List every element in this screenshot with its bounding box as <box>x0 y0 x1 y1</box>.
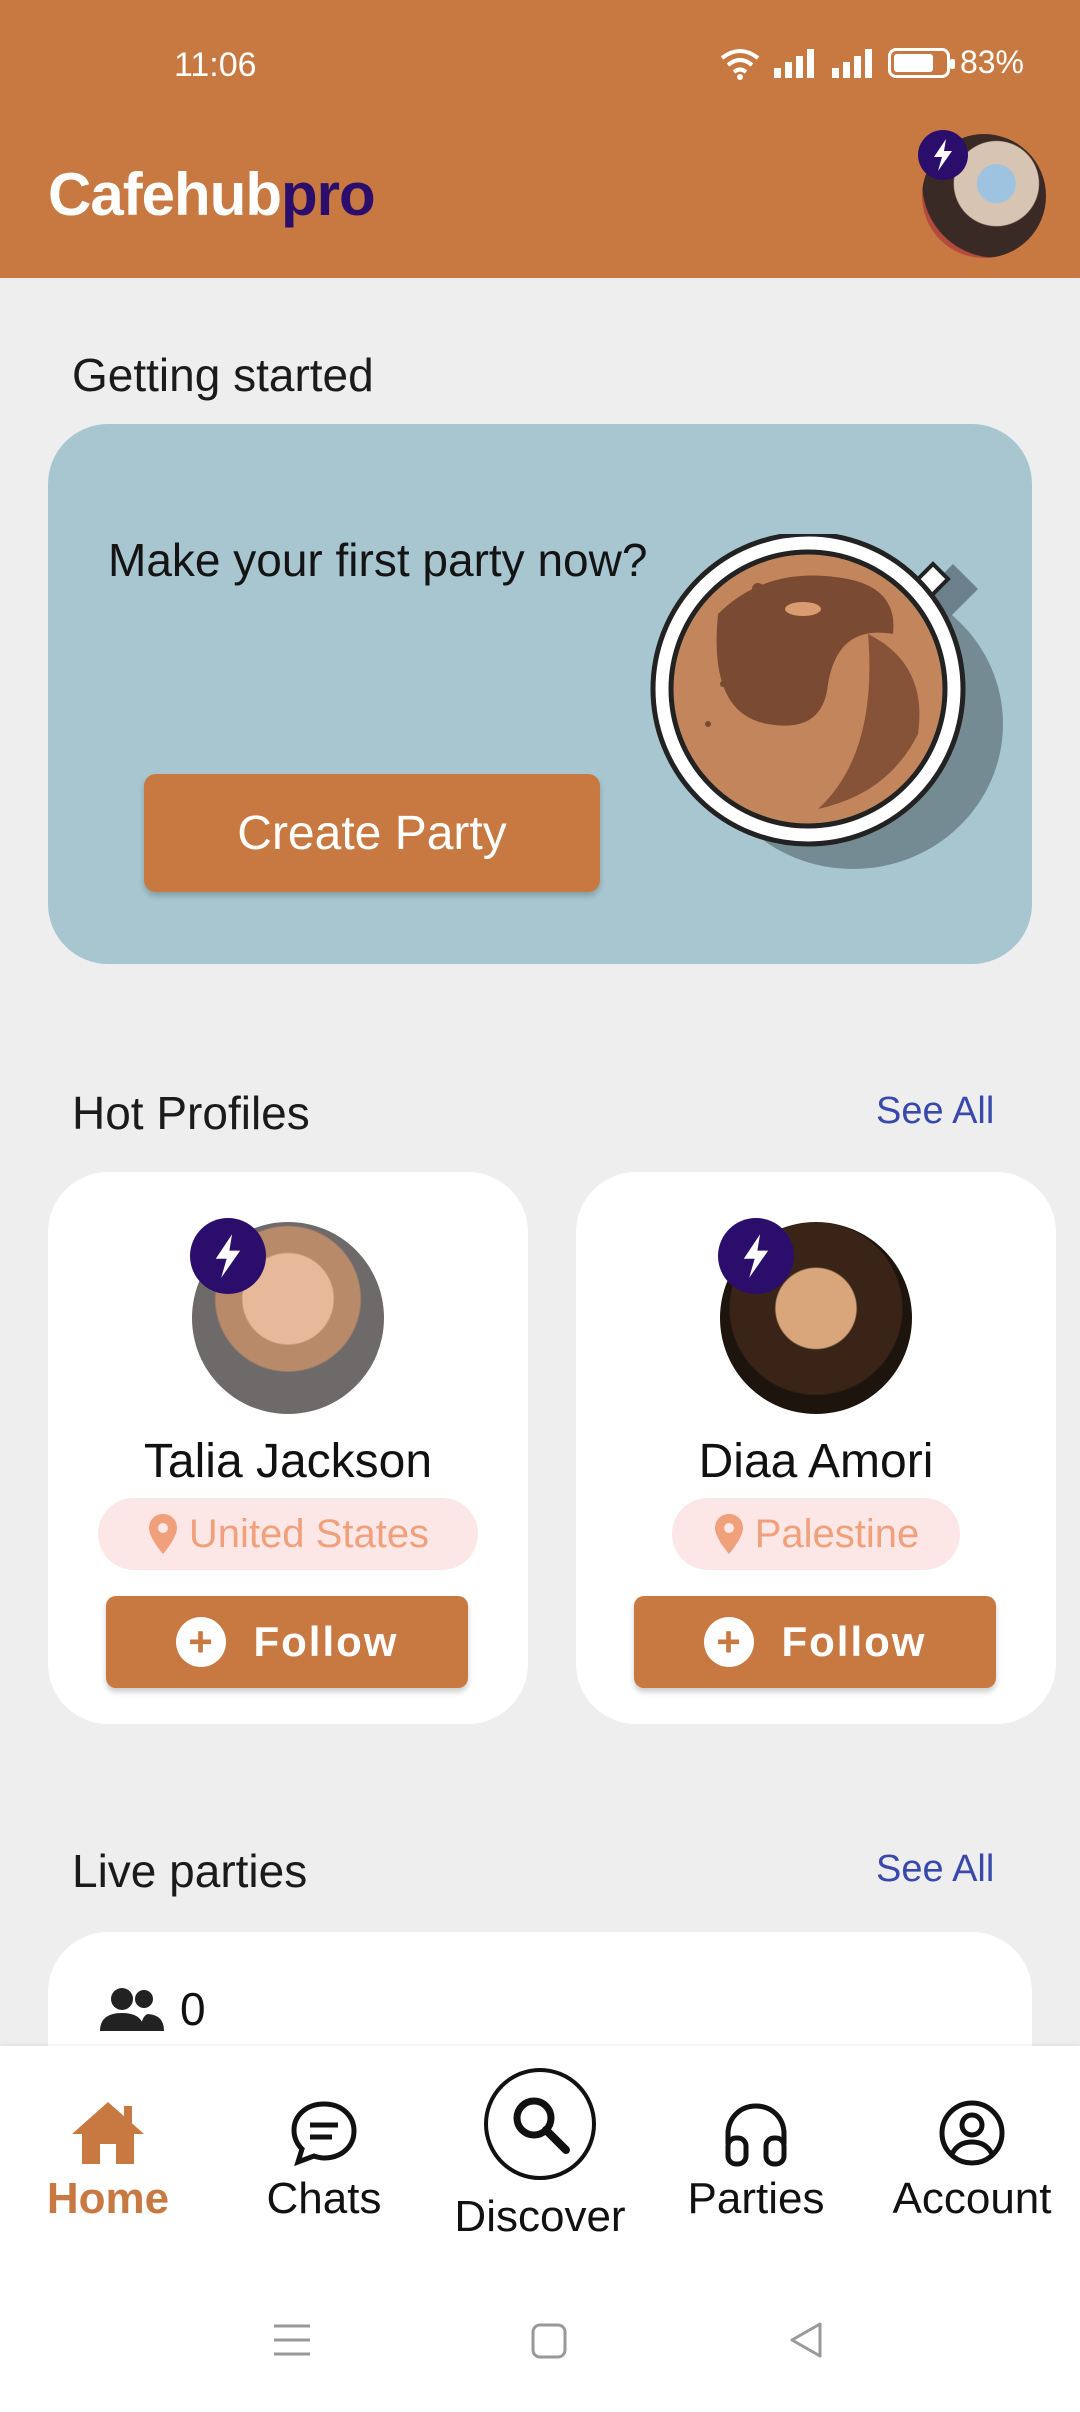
plus-icon: + <box>703 1617 754 1667</box>
home-square-icon[interactable] <box>530 2322 568 2360</box>
see-all-parties-link[interactable]: See All <box>876 1848 994 1891</box>
follow-label: Follow <box>253 1618 399 1665</box>
follow-label: Follow <box>781 1618 927 1665</box>
system-navigation-bar <box>0 2300 1080 2380</box>
battery-icon <box>887 47 955 78</box>
hero-prompt: Make your first party now? <box>108 534 648 586</box>
location-pin-icon <box>148 1514 177 1554</box>
nav-home[interactable]: Home <box>0 2098 216 2224</box>
app-logo: Cafehubpro <box>48 160 376 229</box>
create-party-button[interactable]: Create Party <box>144 774 600 892</box>
follow-button[interactable]: + Follow <box>106 1596 468 1688</box>
nav-label: Home <box>46 2174 170 2223</box>
app-header: 11:06 83% Cafehubpro <box>0 0 1080 278</box>
brand-suffix: pro <box>281 161 376 228</box>
profile-name: Talia Jackson <box>143 1435 433 1488</box>
nav-label: Chats <box>266 2174 382 2223</box>
signal-icon <box>831 48 872 78</box>
profile-card[interactable]: Talia Jackson United States + Follow <box>48 1172 528 1724</box>
nav-label: Discover <box>454 2192 626 2241</box>
account-icon <box>939 2100 1005 2166</box>
location-text: Palestine <box>754 1511 920 1556</box>
location-text: United States <box>188 1511 430 1556</box>
headphones-icon <box>725 2103 787 2167</box>
nav-parties[interactable]: Parties <box>648 2098 864 2224</box>
search-icon <box>513 2097 570 2154</box>
discover-button[interactable] <box>484 2068 596 2180</box>
profile-card[interactable]: Diaa Amori Palestine + Follow <box>576 1172 1056 1724</box>
home-icon <box>72 2102 144 2164</box>
location-badge: United States <box>98 1498 478 1570</box>
follow-button[interactable]: + Follow <box>634 1596 996 1688</box>
menu-icon[interactable] <box>272 2322 312 2358</box>
status-time: 11:06 <box>174 46 257 84</box>
plus-icon: + <box>175 1617 226 1667</box>
battery-percentage: 83% <box>959 44 1024 80</box>
bolt-badge-icon <box>190 1218 266 1294</box>
nav-label: Account <box>892 2174 1052 2223</box>
section-title-live-parties: Live parties <box>72 1845 308 1897</box>
getting-started-card: Make your first party now? Create Party <box>48 424 1032 964</box>
chat-icon <box>291 2101 357 2167</box>
location-badge: Palestine <box>672 1498 960 1570</box>
people-icon <box>100 1988 164 2031</box>
section-title-getting-started: Getting started <box>72 349 374 401</box>
signal-icon <box>773 48 814 78</box>
brand-name: Cafehub <box>48 161 282 228</box>
coffee-cup-illustration <box>650 534 1003 869</box>
location-pin-icon <box>714 1514 743 1554</box>
profile-name: Diaa Amori <box>698 1435 934 1488</box>
nav-account[interactable]: Account <box>864 2098 1080 2224</box>
back-icon[interactable] <box>786 2320 826 2360</box>
bolt-badge-icon <box>718 1218 794 1294</box>
section-title-hot-profiles: Hot Profiles <box>72 1087 310 1139</box>
wifi-icon <box>720 48 760 80</box>
status-icons: 83% <box>718 44 1024 81</box>
see-all-profiles-link[interactable]: See All <box>876 1090 994 1133</box>
nav-label: Parties <box>687 2174 825 2223</box>
participant-count: 0 <box>98 1982 206 2036</box>
nav-chats[interactable]: Chats <box>216 2098 432 2224</box>
bolt-badge-icon <box>918 130 968 180</box>
participant-count-value: 0 <box>180 1983 206 2035</box>
nav-discover[interactable]: Discover <box>432 2068 648 2242</box>
